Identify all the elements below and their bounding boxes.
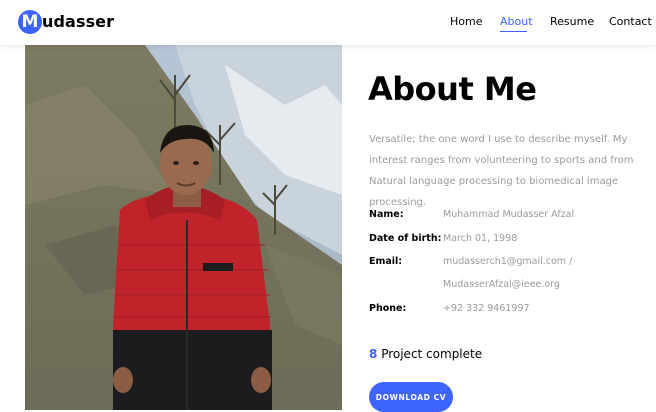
dob-value: March 01, 1998 [443, 233, 518, 244]
email-value-primary: mudasserch1@gmail.com / [443, 256, 573, 267]
nav-home[interactable]: Home [450, 15, 482, 28]
nav-contact[interactable]: Contact [609, 15, 652, 28]
nav-active-indicator [500, 31, 527, 32]
nav-about[interactable]: About [500, 15, 533, 28]
projects-counter: 8 Project complete [369, 347, 482, 361]
profile-photo-illustration [25, 45, 342, 410]
logo-text: udasser [42, 12, 115, 31]
dob-label: Date of birth: [369, 233, 442, 244]
phone-value: +92 332 9461997 [443, 303, 530, 314]
phone-label: Phone: [369, 303, 407, 314]
about-title: About Me [368, 70, 537, 108]
download-cv-button[interactable]: DOWNLOAD CV [369, 382, 453, 412]
projects-label: Project complete [381, 347, 483, 361]
name-value: Muhammad Mudasser Afzal [443, 209, 575, 220]
name-label: Name: [369, 209, 404, 220]
logo-circle-icon: M [18, 10, 42, 34]
logo-letter: M [21, 12, 39, 32]
email-value-secondary: MudasserAfzal@ieee.org [443, 279, 560, 290]
projects-count: 8 [369, 347, 378, 361]
email-label: Email: [369, 256, 403, 267]
top-navbar: M udasser Home About Resume Contact [0, 0, 656, 45]
nav-resume[interactable]: Resume [550, 15, 594, 28]
about-description: Versatile; the one word I use to describ… [369, 134, 634, 208]
profile-photo [25, 45, 342, 410]
